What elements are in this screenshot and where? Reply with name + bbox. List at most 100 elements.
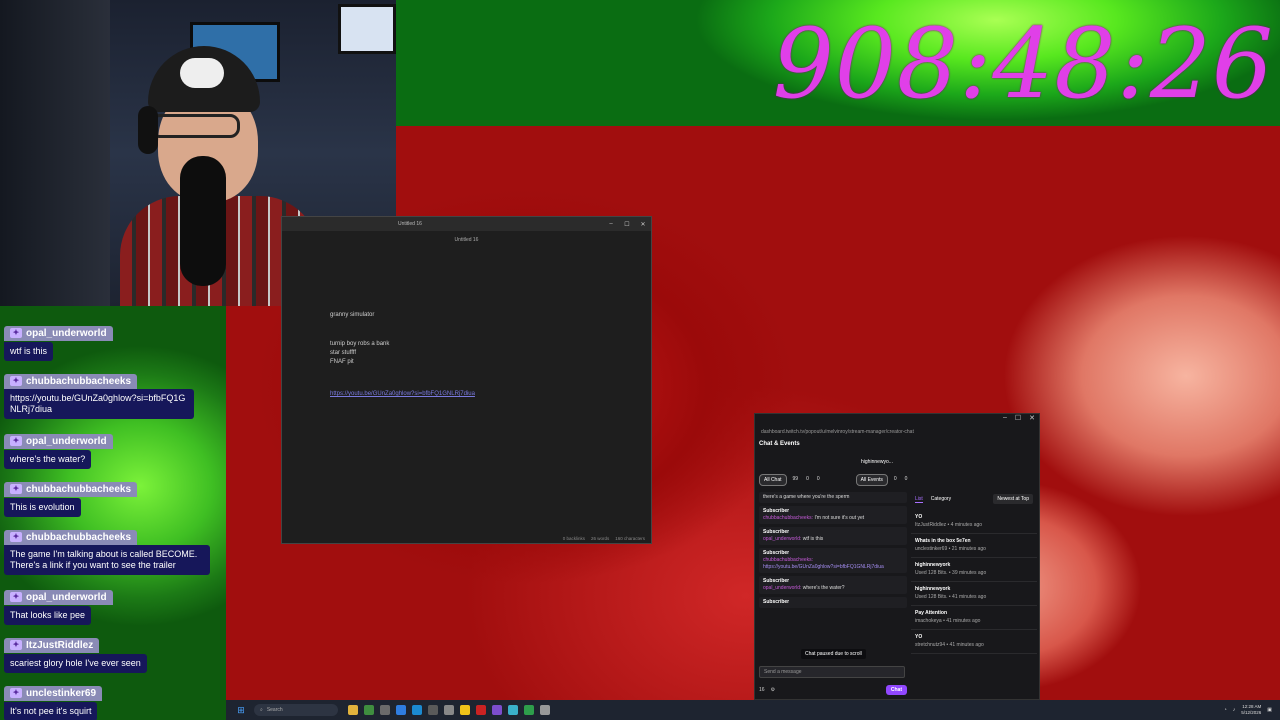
username-text: unclestinker69 xyxy=(26,687,97,699)
app-icon[interactable] xyxy=(492,705,502,715)
sub-badge-icon: ✦ xyxy=(10,328,22,338)
filter-count[interactable]: 0 xyxy=(815,474,822,486)
panel-title: Chat & Events xyxy=(759,441,800,447)
star-count[interactable]: 99 xyxy=(791,474,801,486)
event-meta: stretchnutz94 • 41 minutes ago xyxy=(915,642,984,648)
event-item[interactable]: Pay Attention imachokeya • 41 minutes ago xyxy=(911,606,1037,630)
notes-body[interactable]: granny simulator turnip boy robs a bank … xyxy=(330,311,389,367)
xbox-icon[interactable] xyxy=(364,705,374,715)
list-tab[interactable]: List xyxy=(915,496,923,503)
sub-badge-icon: ✦ xyxy=(10,484,22,494)
chat-username: ✦ opal_underworld xyxy=(4,325,113,341)
heart-count[interactable]: 0 xyxy=(892,474,899,486)
message-text: wtf is this xyxy=(802,536,824,542)
app-icon[interactable] xyxy=(444,705,454,715)
chat-message: ✦ chubbachubbacheeks https://youtu.be/GUn… xyxy=(4,370,222,419)
wifi-icon[interactable]: ◔ xyxy=(1224,707,1227,713)
chat-username: ✦ opal_underworld xyxy=(4,433,113,449)
youtube-link[interactable]: https://youtu.be/GUnZa0ghlow?si=bfbFQ1GN… xyxy=(330,391,475,397)
notification-icon[interactable]: ▣ xyxy=(1267,707,1272,713)
windows-start-icon[interactable]: ⊞ xyxy=(234,703,248,717)
filter-count[interactable]: 0 xyxy=(804,474,811,486)
chat-text: It's not pee it's squirt xyxy=(4,701,98,720)
event-item[interactable]: Whats in the box 5e7en unclestinker69 • 2… xyxy=(911,534,1037,558)
chat-username: ✦ chubbachubbacheeks xyxy=(4,481,138,497)
app-icon[interactable] xyxy=(428,705,438,715)
taskbar: ⊞ ⌕ Search ◔ ♪ 12:28 AM 5/12/2026 ▣ xyxy=(226,700,1280,720)
events-panel[interactable]: List Category Newest at Top YO ItzJustRid… xyxy=(911,492,1037,692)
minimize-icon[interactable]: – xyxy=(1003,414,1007,426)
app-icon[interactable] xyxy=(412,705,422,715)
char-count: 160 characters xyxy=(615,536,645,541)
clock[interactable]: 12:28 AM 5/12/2026 xyxy=(1241,704,1261,716)
twitch-chat-window[interactable]: – ☐ ✕ dashboard.twitch.tv/popout/u/melvi… xyxy=(754,413,1040,700)
note-line: FNAF pit xyxy=(330,359,354,365)
note-line: star stuffff xyxy=(330,350,357,356)
chat-message: Subscriber opal_underworld: wtf is this xyxy=(759,527,907,545)
cap-logo xyxy=(180,58,224,88)
maximize-icon[interactable]: ☐ xyxy=(1015,414,1021,426)
notes-window[interactable]: Untitled 16 – ☐ ✕ Untitled 16 granny sim… xyxy=(281,216,652,544)
notes-titlebar[interactable]: Untitled 16 – ☐ ✕ xyxy=(282,217,651,231)
category-tab[interactable]: Category xyxy=(931,496,951,502)
message-link[interactable]: https://youtu.be/GUnZa0ghlow?si=bfbFQ1GN… xyxy=(763,564,884,570)
chat-message: ✦ chubbachubbacheeks The game I'm talking… xyxy=(4,526,222,575)
chat-paused-notice[interactable]: Chat paused due to scroll xyxy=(801,649,866,659)
app-icon[interactable] xyxy=(460,705,470,715)
all-events-filter[interactable]: All Events xyxy=(855,474,888,486)
minimize-icon[interactable]: – xyxy=(603,221,619,227)
message-user[interactable]: chubbachubbacheeks: xyxy=(763,515,813,521)
close-icon[interactable]: ✕ xyxy=(635,221,651,228)
event-item[interactable]: YO stretchnutz94 • 41 minutes ago xyxy=(911,630,1037,654)
sort-dropdown[interactable]: Newest at Top xyxy=(993,494,1033,504)
chat-message: ✦ opal_underworld wtf is this xyxy=(4,322,222,361)
maximize-icon[interactable]: ☐ xyxy=(619,221,635,228)
note-line: turnip boy robs a bank xyxy=(330,341,390,347)
system-tray: ◔ ♪ 12:28 AM 5/12/2026 ▣ xyxy=(1224,704,1280,716)
file-explorer-icon[interactable] xyxy=(348,705,358,715)
message-user[interactable]: opal_underworld: xyxy=(763,536,801,542)
search-box[interactable]: ⌕ Search xyxy=(254,704,338,716)
note-line: granny simulator xyxy=(330,312,375,318)
sub-badge-icon: ✦ xyxy=(10,640,22,650)
microphone xyxy=(180,156,226,286)
cap xyxy=(148,46,260,112)
chat-username: ✦ opal_underworld xyxy=(4,589,113,605)
event-item[interactable]: highinnewyork Used 128 Bits. • 41 minutes… xyxy=(911,582,1037,606)
app-icon[interactable] xyxy=(396,705,406,715)
event-meta: Used 128 Bits. • 41 minutes ago xyxy=(915,594,987,600)
message-input[interactable]: Send a message xyxy=(759,666,905,678)
chat-username: ✦ ItzJustRiddlez xyxy=(4,637,100,653)
event-item[interactable]: YO ItzJustRiddlez • 4 minutes ago xyxy=(911,510,1037,534)
username-text: chubbachubbacheeks xyxy=(26,531,132,543)
event-meta: imachokeya • 41 minutes ago xyxy=(915,618,981,624)
glasses xyxy=(150,114,240,138)
app-icon[interactable] xyxy=(380,705,390,715)
app-icon[interactable] xyxy=(524,705,534,715)
volume-icon[interactable]: ♪ xyxy=(1233,707,1236,713)
word-count: 26 words xyxy=(590,536,610,541)
notes-tab[interactable]: Untitled 16 xyxy=(398,221,603,227)
app-icon[interactable] xyxy=(476,705,486,715)
settings-icon[interactable]: ⚙ xyxy=(771,687,775,693)
close-icon[interactable]: ✕ xyxy=(1029,414,1035,426)
chat-text: That looks like pee xyxy=(4,605,92,625)
app-icon[interactable] xyxy=(508,705,518,715)
chat-overlay: ✦ opal_underworld wtf is this ✦ chubbachub… xyxy=(0,306,226,720)
chat-button[interactable]: Chat xyxy=(885,685,907,695)
event-meta: unclestinker69 • 21 minutes ago xyxy=(915,546,986,552)
username-text: chubbachubbacheeks xyxy=(26,375,132,387)
event-item[interactable]: highinnewyork Used 128 Bits. • 39 minutes… xyxy=(911,558,1037,582)
all-chat-filter[interactable]: All Chat xyxy=(759,474,787,486)
app-icon[interactable] xyxy=(540,705,550,715)
event-title: YO xyxy=(915,514,923,520)
chat-messages[interactable]: there's a game where you're the sperm Su… xyxy=(759,492,907,662)
event-title: YO xyxy=(915,634,923,640)
message-user[interactable]: chubbachubbacheeks: xyxy=(763,557,813,563)
search-label: Search xyxy=(266,707,283,713)
chat-message: ✦ chubbachubbacheeks This is evolution xyxy=(4,478,222,517)
url-bar[interactable]: dashboard.twitch.tv/popout/u/melvinroy/s… xyxy=(755,426,1039,438)
subscriber-badge: Subscriber xyxy=(763,508,790,514)
star-count[interactable]: 0 xyxy=(903,474,910,486)
message-user[interactable]: opal_underworld: xyxy=(763,585,801,591)
